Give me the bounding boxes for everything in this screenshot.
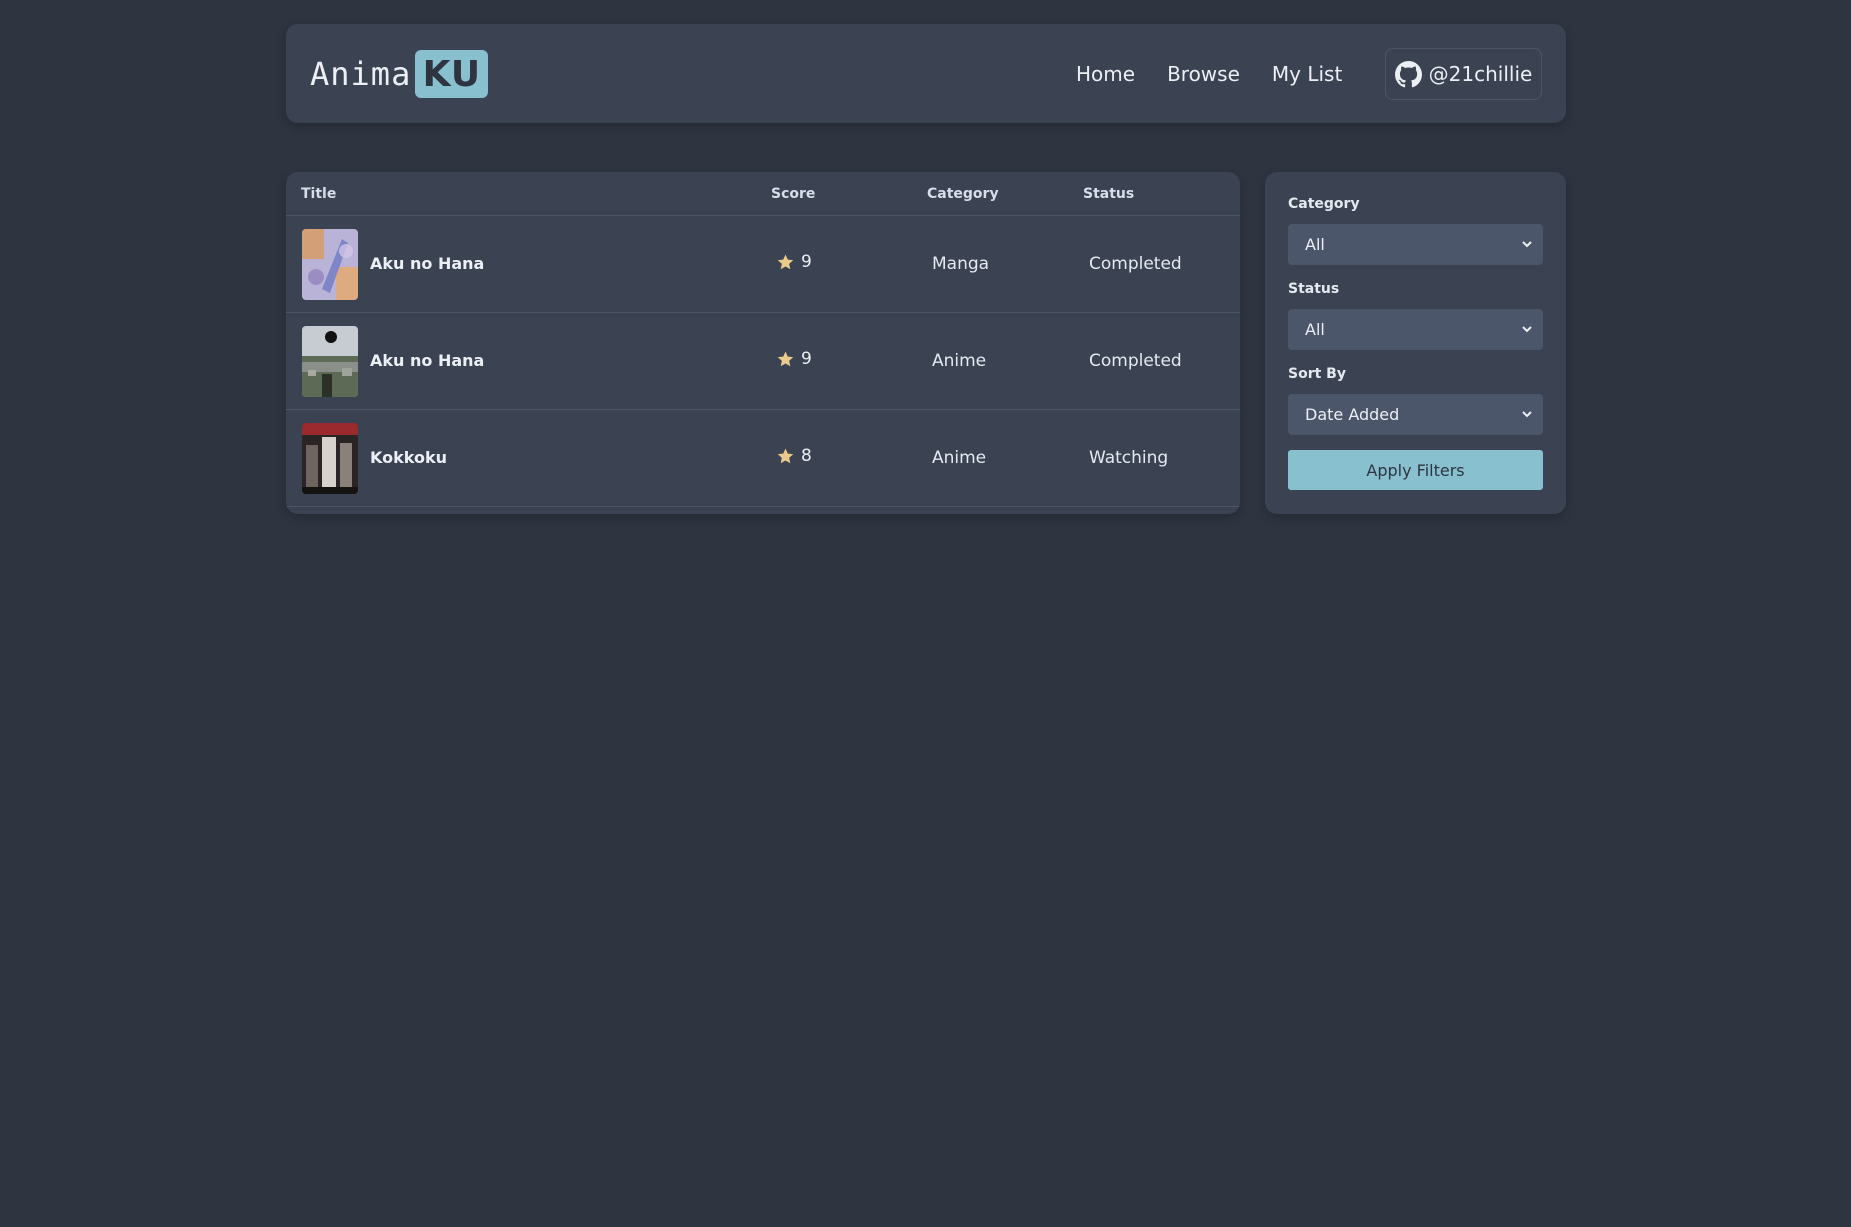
table-row[interactable]: Aku no Hana 9 Anime Completed [286, 313, 1240, 410]
star-icon [777, 254, 794, 269]
apply-filters-button[interactable]: Apply Filters [1288, 450, 1543, 490]
filter-panel: Category All Status All Sort By Date Add… [1265, 172, 1566, 514]
row-score: 9 [776, 252, 812, 272]
github-icon [1394, 60, 1422, 87]
brand-text: Anima [310, 55, 412, 93]
row-title[interactable]: Kokkoku [370, 448, 447, 467]
nav-my-list-link[interactable]: My List [1272, 62, 1342, 86]
star-icon [777, 351, 794, 366]
star-icon [777, 448, 794, 463]
brand-logo[interactable]: Anima KU [310, 50, 489, 98]
nav-home-link[interactable]: Home [1076, 62, 1135, 86]
row-score-value: 9 [801, 349, 812, 369]
row-score-value: 9 [801, 252, 812, 272]
row-status: Completed [1089, 254, 1182, 274]
status-select-value: All [1305, 320, 1325, 339]
main-nav: Home Browse My List [1076, 24, 1374, 123]
anime-list-table: Title Score Category Status Aku no Hana … [286, 172, 1240, 514]
chevron-down-icon [1522, 411, 1532, 418]
brand-badge: KU [415, 50, 489, 98]
category-select-value: All [1305, 235, 1325, 254]
chevron-down-icon [1522, 326, 1532, 333]
row-title[interactable]: Aku no Hana [370, 254, 484, 273]
header-category[interactable]: Category [927, 186, 999, 202]
row-status: Watching [1089, 448, 1169, 468]
table-row[interactable]: Kokkoku 8 Anime Watching [286, 410, 1240, 507]
github-profile-button[interactable]: @21chillie [1385, 48, 1542, 100]
row-title[interactable]: Aku no Hana [370, 351, 484, 370]
table-row[interactable]: Aku no Hana 9 Manga Completed [286, 216, 1240, 313]
category-filter-label: Category [1288, 196, 1360, 212]
chevron-down-icon [1522, 241, 1532, 248]
github-handle: @21chillie [1428, 62, 1533, 86]
row-status: Completed [1089, 351, 1182, 371]
sort-by-label: Sort By [1288, 366, 1346, 382]
header-title[interactable]: Title [301, 186, 336, 202]
top-navbar: Anima KU Home Browse My List @21chillie [286, 24, 1566, 123]
row-score-value: 8 [801, 446, 812, 466]
category-select[interactable]: All [1288, 224, 1543, 265]
row-category: Manga [932, 254, 990, 274]
header-score[interactable]: Score [771, 186, 815, 202]
header-status[interactable]: Status [1083, 186, 1134, 202]
cover-thumbnail[interactable] [302, 423, 358, 494]
row-category: Anime [932, 351, 987, 371]
table-header: Title Score Category Status [286, 172, 1240, 216]
cover-thumbnail[interactable] [302, 326, 358, 397]
nav-browse-link[interactable]: Browse [1167, 62, 1240, 86]
sort-by-select-value: Date Added [1305, 405, 1400, 424]
sort-by-select[interactable]: Date Added [1288, 394, 1543, 435]
cover-thumbnail[interactable] [302, 229, 358, 300]
row-score: 9 [776, 349, 812, 369]
status-select[interactable]: All [1288, 309, 1543, 350]
row-score: 8 [776, 446, 812, 466]
row-category: Anime [932, 448, 987, 468]
status-filter-label: Status [1288, 281, 1340, 297]
